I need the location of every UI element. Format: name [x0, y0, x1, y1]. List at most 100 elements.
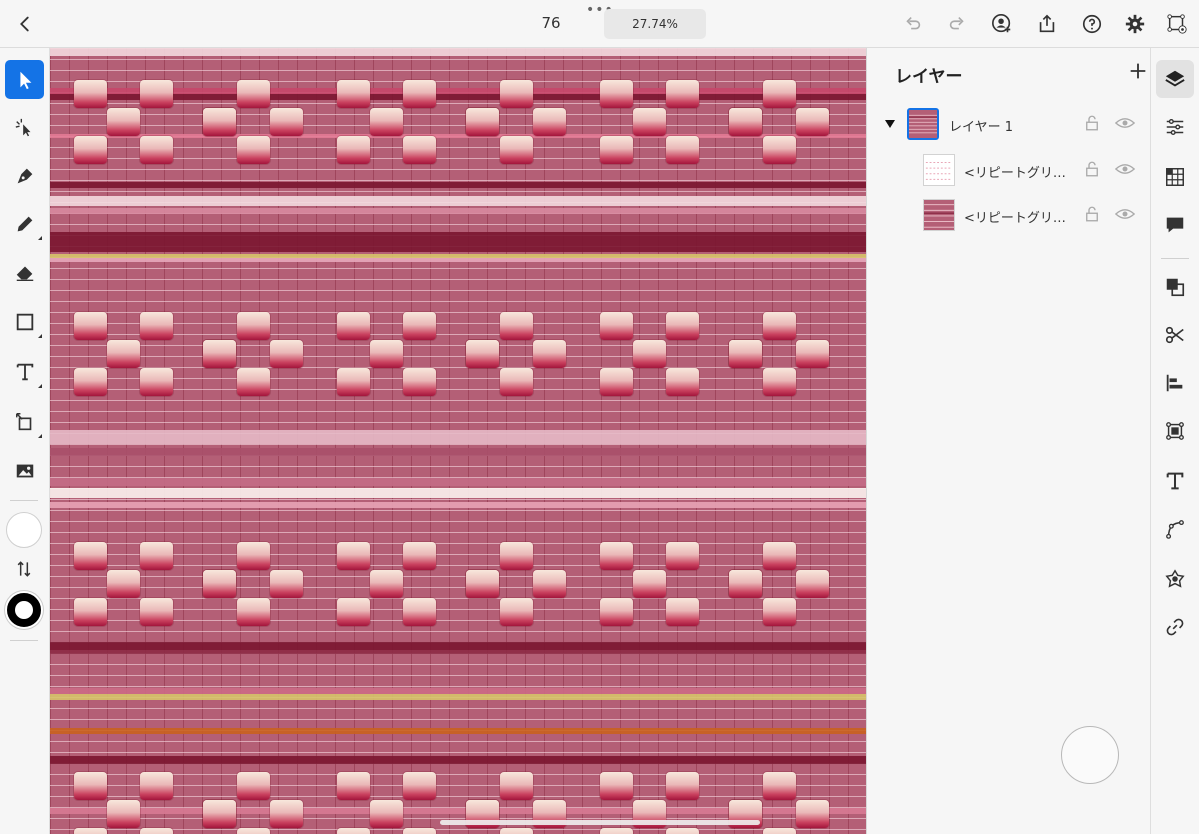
- artboard-canvas[interactable]: [50, 48, 866, 834]
- pattern-tile: [370, 108, 403, 136]
- pattern-tile: [140, 828, 173, 834]
- preview-button[interactable]: [1163, 10, 1191, 38]
- pencil-tool[interactable]: [5, 204, 44, 243]
- zoom-level[interactable]: 27.74%: [604, 9, 706, 39]
- pattern-tile: [403, 598, 436, 626]
- layer-row[interactable]: <リピートグリ…: [867, 195, 1151, 235]
- pattern-tile: [729, 570, 762, 598]
- help-button[interactable]: [1078, 10, 1106, 38]
- pattern-tile: [337, 598, 370, 626]
- text-icon: [1166, 472, 1184, 490]
- transform-tool[interactable]: [5, 402, 44, 441]
- pattern-band: [50, 448, 866, 456]
- touch-shortcut-button[interactable]: [1061, 726, 1119, 784]
- pattern-tile: [403, 368, 436, 396]
- pattern-tile: [403, 542, 436, 570]
- eye-icon[interactable]: [1115, 206, 1135, 222]
- selection-tool[interactable]: [5, 60, 44, 99]
- pattern-tile: [633, 340, 666, 368]
- path-button[interactable]: [1156, 510, 1194, 548]
- pattern-tile: [403, 136, 436, 164]
- pattern-tile: [370, 570, 403, 598]
- submenu-indicator: [38, 434, 42, 438]
- pattern-tile: [107, 570, 140, 598]
- link-button[interactable]: [1156, 608, 1194, 646]
- pattern-tile: [270, 570, 303, 598]
- comments-button[interactable]: [1156, 206, 1194, 244]
- image-tool[interactable]: [5, 451, 44, 490]
- pattern-tile: [600, 312, 633, 340]
- pattern-band: [50, 642, 866, 650]
- cut-button[interactable]: [1156, 316, 1194, 354]
- pattern-tile: [633, 570, 666, 598]
- pattern-band: [50, 258, 866, 262]
- eraser-tool[interactable]: [5, 252, 44, 291]
- pattern-tile: [370, 800, 403, 828]
- unlock-icon[interactable]: [1083, 160, 1101, 178]
- pattern-tile: [500, 772, 533, 800]
- disclosure-triangle-icon[interactable]: [885, 120, 895, 128]
- pattern-tile: [74, 312, 107, 340]
- pattern-tile: [403, 772, 436, 800]
- pattern-tile: [500, 598, 533, 626]
- stroke-color-swatch[interactable]: [7, 593, 41, 627]
- unlock-icon[interactable]: [1083, 205, 1101, 223]
- submenu-indicator: [38, 236, 42, 240]
- direct-selection-tool[interactable]: [5, 108, 44, 147]
- unlock-icon[interactable]: [1083, 114, 1101, 132]
- pen-tool[interactable]: [5, 156, 44, 195]
- undo-icon: [906, 16, 921, 30]
- layers-button[interactable]: [1156, 60, 1194, 98]
- pattern-band: [50, 728, 866, 734]
- settings-button[interactable]: [1121, 10, 1149, 38]
- rectangle-tool[interactable]: [5, 302, 44, 341]
- redo-button[interactable]: [943, 10, 971, 38]
- pattern-tile: [203, 570, 236, 598]
- align-button[interactable]: [1156, 364, 1194, 402]
- pattern-tile: [600, 80, 633, 108]
- pattern-tile: [796, 570, 829, 598]
- swap-colors-icon[interactable]: [14, 559, 34, 579]
- layer-row[interactable]: レイヤー 1: [867, 104, 1151, 144]
- pattern-tile: [107, 800, 140, 828]
- add-layer-icon[interactable]: [1127, 60, 1149, 82]
- share-button[interactable]: [1033, 10, 1061, 38]
- combine-button[interactable]: [1156, 268, 1194, 306]
- combine-shapes-icon: [1166, 278, 1185, 297]
- toolbar-divider: [10, 500, 38, 501]
- pattern-band: [50, 650, 866, 654]
- back-button[interactable]: [11, 10, 39, 38]
- pattern-tile: [466, 340, 499, 368]
- eye-icon[interactable]: [1115, 161, 1135, 177]
- layer-name: <リピートグリ…: [964, 166, 1066, 181]
- transform-bounds-button[interactable]: [1156, 412, 1194, 450]
- type-tool[interactable]: [5, 352, 44, 391]
- pattern-tile: [763, 772, 796, 800]
- pattern-tile: [140, 772, 173, 800]
- undo-button[interactable]: [899, 10, 927, 38]
- layer-row[interactable]: <リピートグリ…: [867, 150, 1151, 190]
- pattern-tile: [600, 368, 633, 396]
- pen-icon: [17, 168, 32, 183]
- pattern-tile: [533, 108, 566, 136]
- eye-icon[interactable]: [1115, 115, 1135, 131]
- submenu-indicator: [38, 334, 42, 338]
- pattern-tile: [237, 542, 270, 570]
- pattern-tile: [74, 772, 107, 800]
- pattern-tile: [140, 542, 173, 570]
- pattern-tile: [370, 340, 403, 368]
- properties-icon: [1166, 118, 1184, 136]
- pattern-tile: [337, 368, 370, 396]
- pattern-tile: [500, 312, 533, 340]
- pattern-tile: [500, 828, 533, 834]
- effects-button[interactable]: [1156, 560, 1194, 598]
- pattern-tile: [237, 598, 270, 626]
- text-properties-button[interactable]: [1156, 462, 1194, 500]
- repeat-grid-button[interactable]: [1156, 158, 1194, 196]
- invite-button[interactable]: [988, 10, 1016, 38]
- pattern-tile: [403, 828, 436, 834]
- properties-button[interactable]: [1156, 108, 1194, 146]
- left-toolbar: [0, 48, 50, 834]
- fill-color-swatch[interactable]: [6, 512, 42, 548]
- pattern-tile: [633, 108, 666, 136]
